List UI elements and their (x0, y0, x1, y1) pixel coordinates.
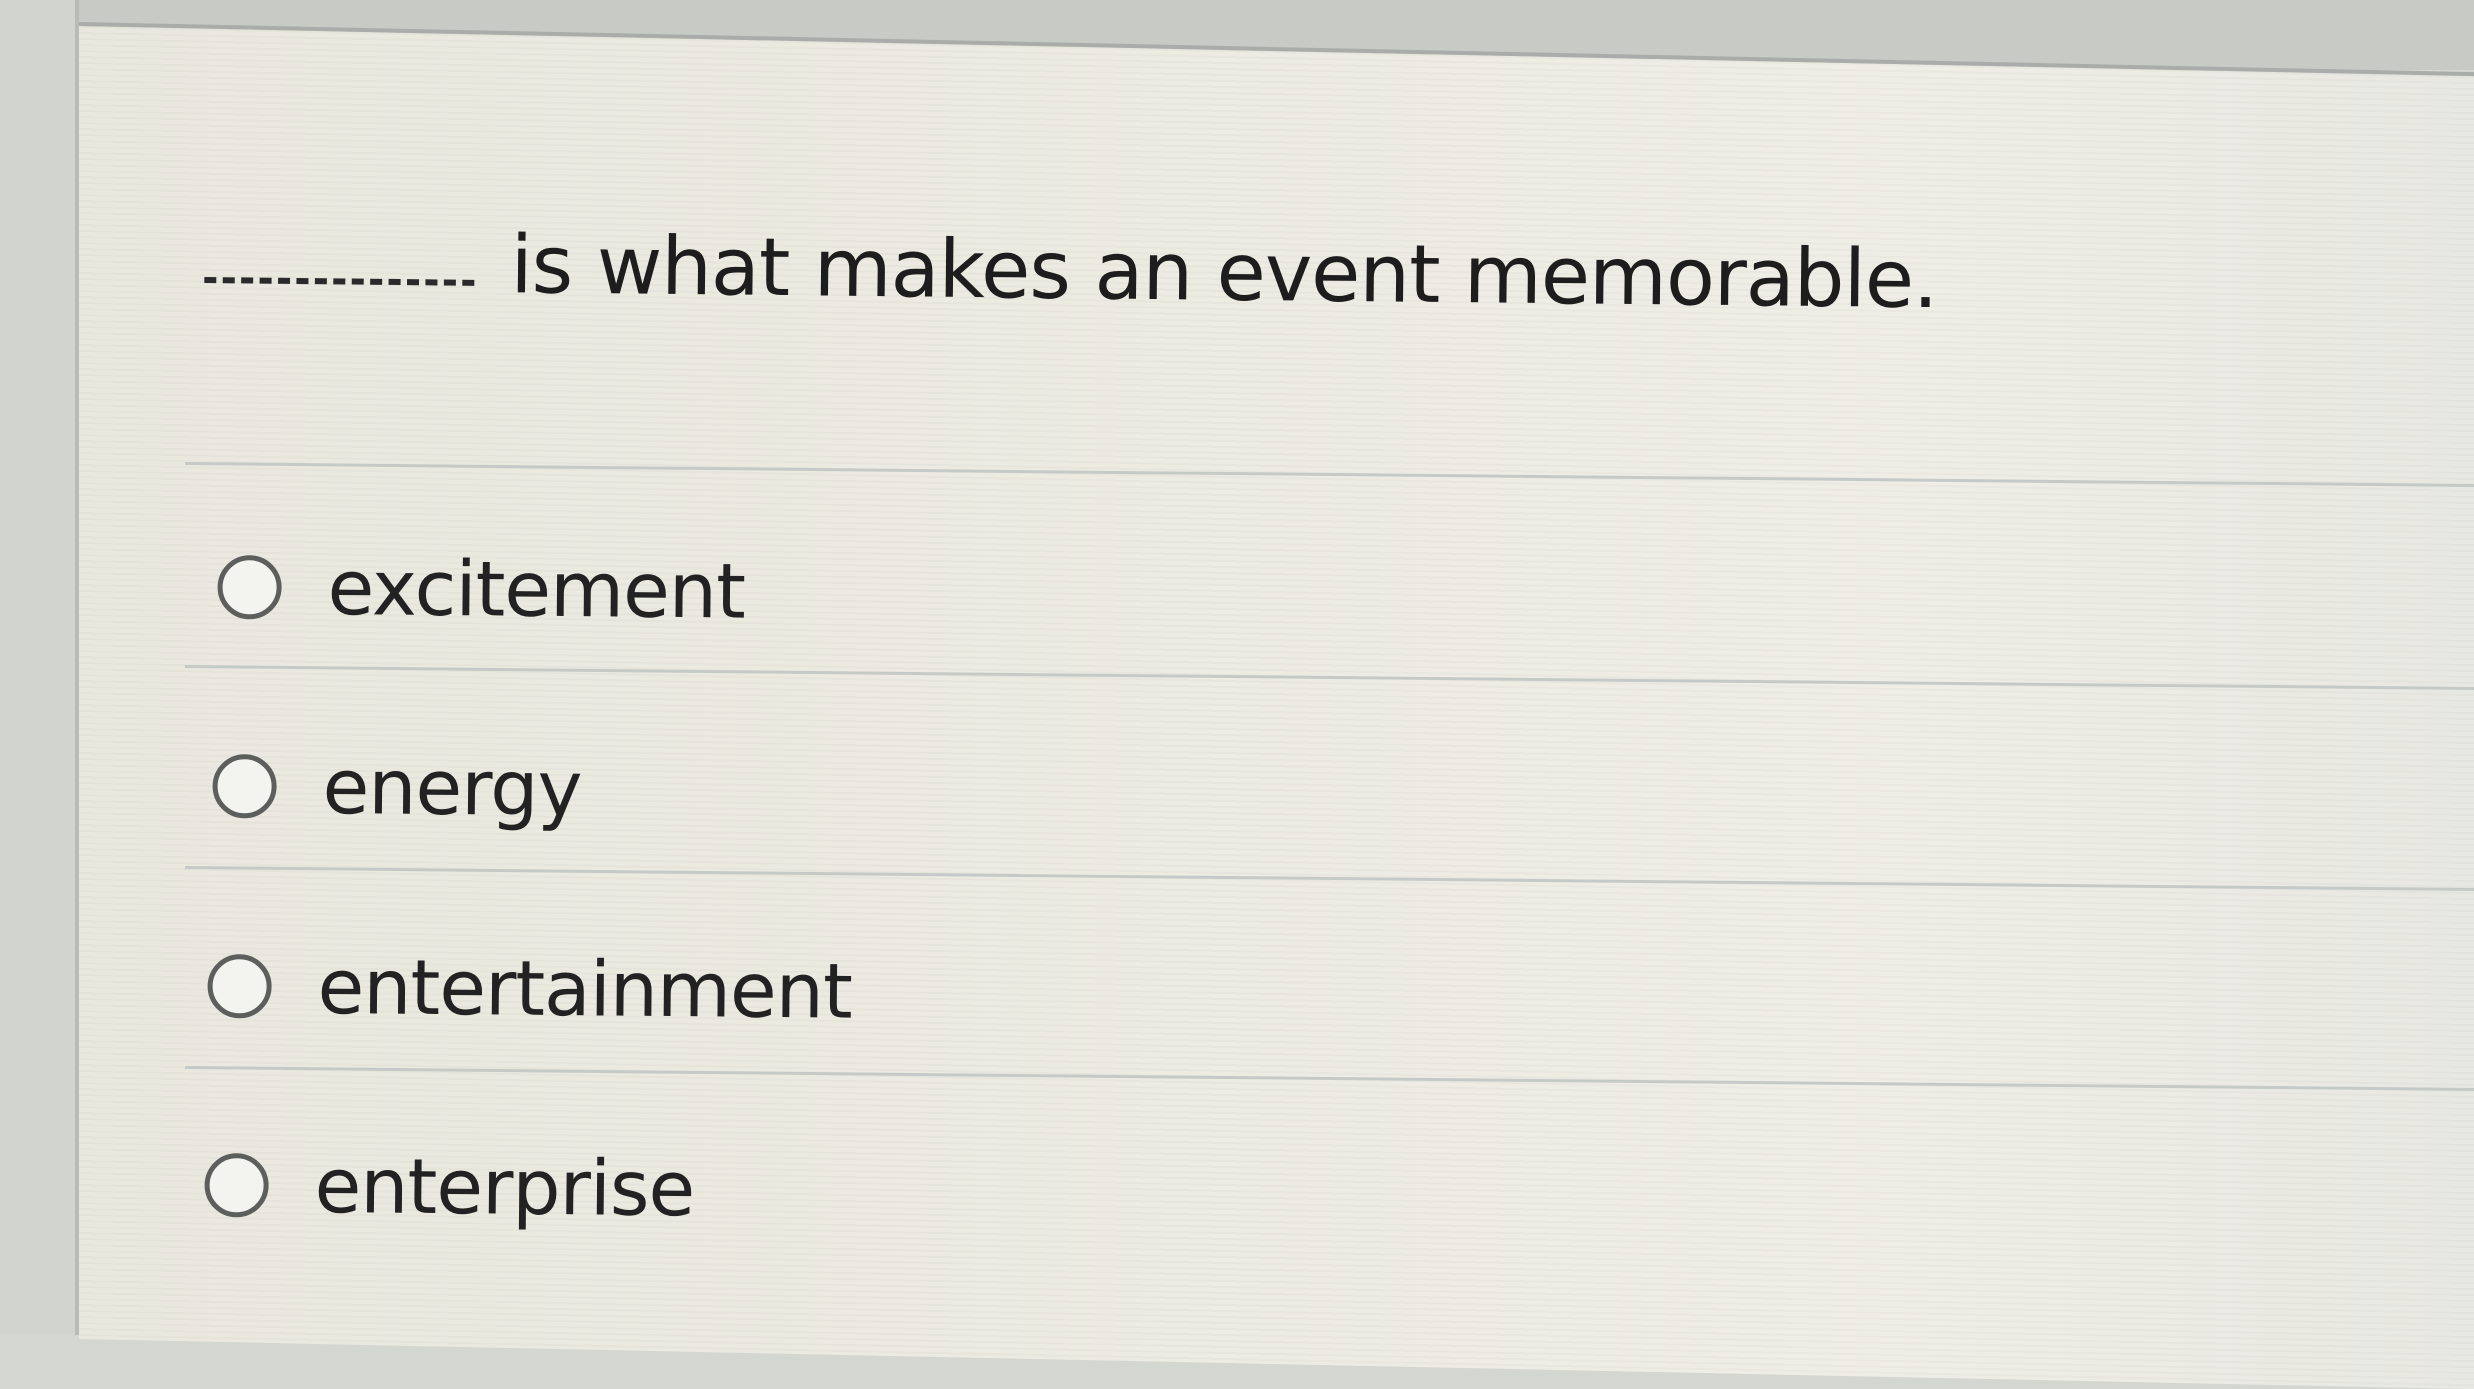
option-entertainment[interactable]: entertainment (207, 941, 852, 1036)
left-gutter (0, 0, 79, 1335)
option-label: entertainment (317, 941, 853, 1036)
option-energy[interactable]: energy (212, 741, 582, 833)
radio-button[interactable] (207, 953, 272, 1019)
option-enterprise[interactable]: enterprise (204, 1140, 695, 1234)
question-prompt: is what makes an event memorable. (204, 215, 1938, 326)
radio-button[interactable] (204, 1152, 269, 1218)
option-label: enterprise (314, 1140, 695, 1234)
radio-button[interactable] (217, 554, 282, 620)
option-excitement[interactable]: excitement (217, 542, 745, 636)
radio-button[interactable] (212, 753, 277, 819)
answer-blank (204, 276, 475, 286)
question-text: is what makes an event memorable. (510, 218, 1938, 327)
option-label: energy (322, 741, 582, 834)
option-label: excitement (327, 542, 746, 636)
